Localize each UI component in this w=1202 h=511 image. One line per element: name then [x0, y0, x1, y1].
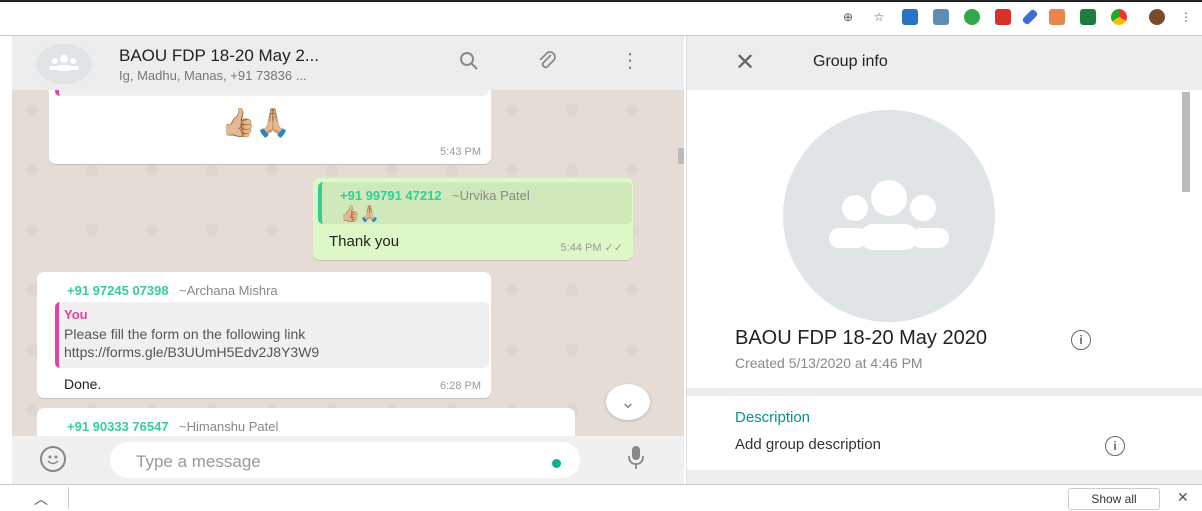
message-sender-name: ~Himanshu Patel — [179, 419, 279, 434]
menu-icon[interactable]: ⋮ — [1180, 9, 1192, 25]
quote-sender: You — [64, 307, 88, 322]
message-sender-name: ~Archana Mishra — [179, 283, 278, 298]
message-input[interactable]: Type a message — [110, 442, 580, 478]
chevron-up-icon[interactable]: ︿ — [34, 489, 48, 509]
close-icon[interactable]: ✕ — [735, 48, 755, 77]
quoted-message[interactable]: +91 99791 47212 ~Urvika Patel 👍🏼🙏🏼 — [318, 182, 632, 224]
divider — [68, 487, 69, 509]
extension-icons: ⊕ ☆ ⋮ — [825, 8, 1192, 26]
quote-text: Please fill the form on the following li… — [64, 326, 306, 342]
description-label: Description — [735, 409, 811, 426]
message-text: Done. — [64, 376, 102, 392]
chevron-down-icon: ⌄ — [620, 392, 636, 412]
chat-title: BAOU FDP 18-20 May 2... — [119, 46, 319, 65]
scroll-down-button[interactable]: ⌄ — [606, 384, 650, 420]
grammarly-icon[interactable] — [964, 9, 980, 25]
group-profile: BAOU FDP 18-20 May 2020 i Created 5/13/2… — [687, 90, 1202, 388]
group-created-date: Created 5/13/2020 at 4:46 PM — [735, 355, 923, 371]
chat-participants: Ig, Madhu, Manas, +91 73836 ... — [119, 68, 307, 83]
quoted-message[interactable]: You Please fill the form on the followin… — [55, 302, 489, 368]
info-icon[interactable]: i — [1071, 330, 1091, 350]
chat-header[interactable]: BAOU FDP 18-20 May 2... Ig, Madhu, Manas… — [12, 36, 684, 91]
group-avatar-large[interactable] — [783, 110, 995, 322]
message-text: Thank you — [329, 233, 400, 250]
chrome-icon[interactable] — [1111, 9, 1127, 25]
whatsapp-window: BAOU FDP 18-20 May 2... Ig, Madhu, Manas… — [12, 36, 1202, 484]
status-dot — [552, 459, 561, 468]
message-time: 5:44 PM ✓✓ — [560, 242, 623, 254]
info-scrollbar[interactable] — [1182, 92, 1190, 192]
group-info-header: ✕ Group info — [687, 36, 1202, 90]
close-icon[interactable]: ✕ — [1177, 489, 1189, 506]
quoted-message — [55, 90, 489, 96]
group-icon — [829, 180, 949, 250]
message-bubble-outgoing[interactable]: +91 99791 47212 ~Urvika Patel 👍🏼🙏🏼 Thank… — [313, 178, 633, 260]
show-all-button[interactable]: Show all — [1068, 488, 1160, 510]
message-time: 5:43 PM — [440, 146, 481, 158]
browser-toolbar: ⊕ ☆ ⋮ — [0, 0, 1202, 36]
download-icon[interactable] — [1080, 9, 1096, 25]
group-info-pane: ✕ Group info BAOU FDP 18-20 May 2020 i C… — [686, 36, 1202, 484]
zoom-icon[interactable]: ⊕ — [840, 9, 856, 25]
mic-icon[interactable] — [626, 445, 646, 476]
group-name: BAOU FDP 18-20 May 2020 — [735, 327, 987, 349]
message-input-placeholder: Type a message — [136, 452, 261, 471]
message-emojis: 👍🏼🙏🏼 — [221, 107, 291, 138]
group-icon — [49, 55, 79, 71]
search-icon[interactable] — [457, 50, 481, 74]
menu-icon[interactable]: ⋮ — [618, 50, 642, 74]
message-list[interactable]: 👍🏼🙏🏼 5:43 PM +91 99791 47212 ~Urvika Pat… — [12, 90, 684, 436]
message-time: 6:28 PM — [440, 380, 481, 392]
avatar[interactable] — [1149, 9, 1165, 25]
group-description-section: Description Add group description i — [687, 396, 1202, 470]
quote-link: https://forms.gle/B3UUmH5Edv2J8Y3W9 — [64, 344, 320, 360]
star-icon[interactable]: ☆ — [871, 9, 887, 25]
message-bubble[interactable]: +91 90333 76547 ~Himanshu Patel — [37, 408, 575, 436]
message-sender[interactable]: +91 97245 07398 — [67, 283, 169, 298]
emoji-icon[interactable] — [40, 446, 66, 472]
message-bubble[interactable]: 👍🏼🙏🏼 5:43 PM — [49, 90, 491, 164]
group-info-title: Group info — [813, 53, 888, 70]
extension-icon[interactable] — [902, 9, 918, 25]
group-avatar[interactable] — [36, 44, 92, 84]
message-bubble[interactable]: +91 97245 07398 ~Archana Mishra You Plea… — [37, 272, 491, 398]
message-sender[interactable]: +91 90333 76547 — [67, 419, 169, 434]
attach-icon[interactable] — [535, 50, 559, 74]
quote-sender: +91 99791 47212 — [340, 188, 442, 203]
quote-emojis: 👍🏼🙏🏼 — [340, 206, 380, 223]
extension-icon[interactable] — [1049, 9, 1065, 25]
extension-icon[interactable] — [995, 9, 1011, 25]
chat-pane: BAOU FDP 18-20 May 2... Ig, Madhu, Manas… — [12, 36, 684, 484]
downloads-bar: ︿ Show all ✕ — [0, 484, 1202, 511]
quote-name: ~Urvika Patel — [452, 188, 530, 203]
info-icon[interactable]: i — [1105, 436, 1125, 456]
extension-icon[interactable] — [933, 9, 949, 25]
description-value[interactable]: Add group description — [735, 436, 881, 453]
compose-bar: Type a message — [12, 436, 684, 484]
pen-icon[interactable] — [1021, 8, 1039, 26]
chat-scrollbar[interactable] — [678, 148, 684, 164]
